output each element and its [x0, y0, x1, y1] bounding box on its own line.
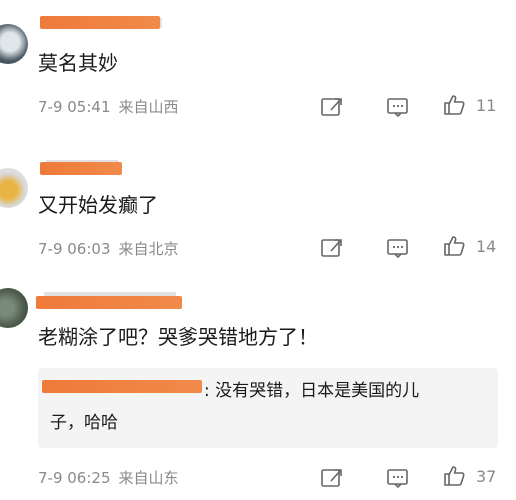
repost-icon[interactable] [320, 237, 344, 259]
avatar[interactable] [0, 24, 28, 64]
reply-text-line1: : 没有哭错，日本是美国的儿 [204, 381, 420, 401]
comment-text: 老糊涂了吧？哭爹哭错地方了！ [38, 325, 318, 349]
comment-meta: 7-9 06:25 来自山东 [38, 467, 187, 488]
reply-text-line2: 子，哈哈 [50, 413, 118, 433]
comment-icon[interactable] [386, 96, 410, 118]
comment-location: 来自山东 [118, 469, 179, 487]
username-redaction[interactable] [40, 162, 122, 175]
comment-item: 又开始发癫了 7-9 06:03 来自北京 14 [0, 140, 516, 280]
comment-text: 莫名其妙 [38, 51, 118, 75]
comment-meta: 7-9 06:03 来自北京 [38, 238, 187, 259]
avatar[interactable] [0, 168, 28, 208]
comment-icon[interactable] [386, 467, 410, 489]
avatar[interactable] [0, 288, 28, 328]
comment-meta: 7-9 05:41 来自山西 [38, 96, 187, 117]
comment-location: 来自北京 [118, 240, 179, 258]
comment-item: 莫名其妙 7-9 05:41 来自山西 11 [0, 0, 516, 140]
repost-icon[interactable] [320, 96, 344, 118]
like-icon[interactable] [442, 94, 466, 116]
comment-location: 来自山西 [118, 98, 179, 116]
like-count: 11 [476, 96, 497, 115]
like-icon[interactable] [442, 465, 466, 487]
username-redaction[interactable] [36, 296, 182, 309]
reply-username-redaction[interactable] [42, 380, 202, 393]
username-redaction[interactable] [40, 16, 160, 29]
like-icon[interactable] [442, 235, 466, 257]
like-count: 37 [476, 467, 497, 486]
comment-date: 7-9 06:03 [38, 240, 111, 258]
comment-icon[interactable] [386, 237, 410, 259]
comment-date: 7-9 06:25 [38, 469, 111, 487]
comment-date: 7-9 05:41 [38, 98, 111, 116]
comment-item: 老糊涂了吧？哭爹哭错地方了！ : 没有哭错，日本是美国的儿 子，哈哈 7-9 0… [0, 280, 516, 500]
repost-icon[interactable] [320, 467, 344, 489]
reply-box[interactable]: : 没有哭错，日本是美国的儿 子，哈哈 [38, 368, 498, 448]
like-count: 14 [476, 237, 497, 256]
comment-text: 又开始发癫了 [38, 193, 158, 217]
